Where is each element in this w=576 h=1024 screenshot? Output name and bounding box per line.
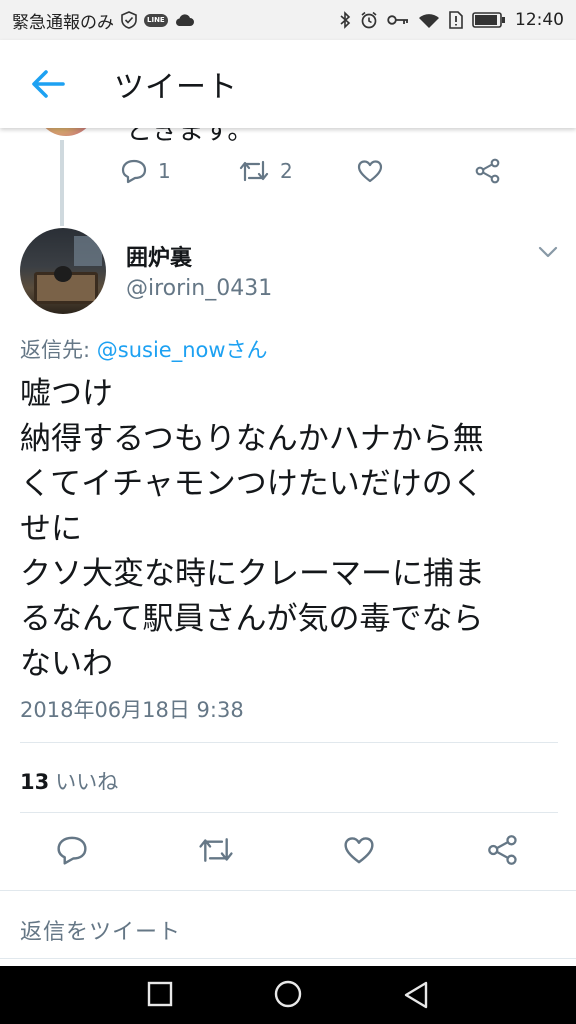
arrow-left-icon [32,70,65,98]
divider [0,890,576,891]
reply-button[interactable]: 1 [120,158,171,184]
tweet-text-line: くてイチャモンつけたいだけのく [20,466,484,502]
thread-line [60,140,64,226]
recents-button[interactable] [146,980,174,1012]
likes-label: いいね [55,770,119,794]
retweet-icon [239,160,269,182]
share-button[interactable] [474,158,502,184]
likes-count: 13 [20,770,50,794]
bluetooth-icon [339,11,351,29]
like-button[interactable] [356,158,384,184]
status-bar: 緊急通報のみ LINE 12:40 [0,0,576,40]
reply-input[interactable]: 返信をツイート [20,914,181,946]
previous-tweet-actions: 1 2 [120,158,520,198]
status-left-text: 緊急通報のみ [12,12,114,33]
reply-to-label: 返信先: [20,338,97,362]
page-title: ツイート [114,70,238,105]
previous-tweet-text: ときます。 [126,128,254,146]
sim-alert-icon [449,11,463,29]
divider [20,812,558,813]
cloud-icon [174,13,194,27]
previous-tweet[interactable]: ときます。 1 2 [0,128,576,226]
retweet-count: 2 [280,159,293,183]
retweet-button[interactable]: 2 [238,158,293,184]
tweet-text-line: 納得するつもりなんかハナから無 [20,421,484,457]
reply-count: 1 [158,159,171,183]
tweet-text-line: 嘘つけ [20,376,113,412]
reply-button[interactable] [55,834,89,866]
tweet-text-line: せに [20,511,82,547]
share-icon [475,158,500,184]
tweet-menu-button[interactable] [538,244,558,263]
navigation-bar [0,966,576,1024]
likes-summary[interactable]: 13 いいね [20,766,118,796]
reply-to: 返信先: @susie_nowさん [20,334,268,364]
heart-icon [357,160,383,183]
square-icon [147,981,173,1007]
share-button[interactable] [486,834,520,866]
like-button[interactable] [342,834,376,866]
tweet-text: 嘘つけ 納得するつもりなんかハナから無 くてイチャモンつけたいだけのく せに ク… [20,372,560,687]
app-bar: ツイート [0,40,576,128]
battery-icon [472,12,506,28]
reply-icon [57,836,87,865]
tweet-timestamp: 2018年06月18日 9:38 [20,698,244,722]
tweet-text-line: るなんて駅員さんが気の毒でなら [20,601,484,637]
line-icon: LINE [144,13,168,27]
reply-to-mention[interactable]: @susie_nowさん [97,338,268,362]
avatar[interactable] [36,128,96,136]
alarm-icon [360,11,378,29]
status-time: 12:40 [515,10,564,30]
divider [20,742,558,743]
heart-icon [344,837,374,864]
tweet-text-line: クソ大変な時にクレーマーに捕ま [20,556,485,592]
wifi-icon [418,12,440,29]
key-icon [387,14,409,26]
author-handle[interactable]: @irorin_0431 [126,276,272,301]
reply-icon [121,159,147,184]
circle-icon [274,980,302,1008]
back-button[interactable] [20,56,76,112]
retweet-icon [199,838,233,862]
tweet-actions [0,826,576,882]
author-name[interactable]: 囲炉裏 [126,240,192,272]
shield-icon [120,11,138,29]
divider [0,958,576,959]
avatar[interactable] [20,228,106,314]
back-nav-button[interactable] [402,980,430,1014]
chevron-down-icon [538,246,558,258]
tweet-text-line: ないわ [20,646,113,682]
home-button[interactable] [272,978,304,1014]
tweet-author: 囲炉裏 @irorin_0431 [0,226,576,326]
share-icon [488,835,517,865]
retweet-button[interactable] [197,834,235,866]
triangle-back-icon [404,981,428,1009]
